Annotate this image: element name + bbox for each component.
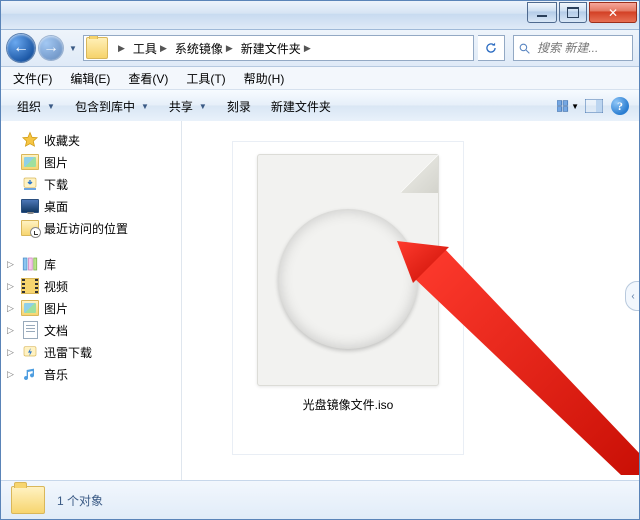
- search-input[interactable]: [535, 40, 628, 56]
- sidebar-item-lib-pictures[interactable]: ▷图片: [5, 297, 181, 319]
- status-count: 1 个对象: [57, 492, 103, 509]
- chevron-right-icon: ▶: [118, 43, 125, 54]
- breadcrumb-seg-0[interactable]: 工具▶: [128, 36, 170, 60]
- preview-pane-icon: [585, 99, 603, 113]
- forward-arrow-icon: →: [43, 39, 59, 57]
- desktop-icon: [21, 199, 39, 213]
- favorites-header[interactable]: 收藏夹: [5, 129, 181, 151]
- disc-icon: [278, 209, 418, 349]
- sidebar-item-thunder[interactable]: ▷迅雷下载: [5, 341, 181, 363]
- breadcrumb-seg-2[interactable]: 新建文件夹▶: [236, 36, 314, 60]
- file-name-label: 光盘镜像文件.iso: [303, 396, 394, 413]
- folder-icon: [86, 37, 108, 59]
- chevron-down-icon: ▼: [47, 102, 55, 111]
- refresh-button[interactable]: [478, 35, 505, 61]
- search-box[interactable]: [513, 35, 633, 61]
- help-button[interactable]: ?: [609, 95, 631, 117]
- recent-icon: [21, 220, 39, 236]
- menu-bar: 文件(F) 编辑(E) 查看(V) 工具(T) 帮助(H): [1, 67, 639, 90]
- sidebar-item-videos[interactable]: ▷视频: [5, 275, 181, 297]
- menu-file[interactable]: 文件(F): [5, 68, 60, 89]
- maximize-icon: [567, 7, 579, 18]
- breadcrumb-seg-1[interactable]: 系统镜像▶: [170, 36, 236, 60]
- help-icon: ?: [611, 97, 629, 115]
- sidebar-item-desktop[interactable]: 桌面: [5, 195, 181, 217]
- sidebar-item-documents[interactable]: ▷文档: [5, 319, 181, 341]
- chevron-right-icon: ▶: [304, 43, 311, 54]
- preview-pane-button[interactable]: [583, 95, 605, 117]
- content-pane[interactable]: 光盘镜像文件.iso: [182, 121, 639, 481]
- back-button[interactable]: ←: [7, 34, 35, 62]
- menu-help[interactable]: 帮助(H): [236, 68, 293, 89]
- pictures-icon: [21, 154, 39, 170]
- preview-toggle-handle[interactable]: ‹: [625, 281, 640, 311]
- status-bar: 1 个对象: [1, 480, 639, 519]
- iso-file-icon: [257, 154, 439, 386]
- new-folder-button[interactable]: 新建文件夹: [263, 95, 339, 118]
- minimize-button[interactable]: [527, 2, 557, 23]
- star-icon: [21, 131, 39, 149]
- expand-icon: ▷: [5, 281, 16, 292]
- chevron-down-icon: ▼: [199, 102, 207, 111]
- burn-button[interactable]: 刻录: [219, 95, 259, 118]
- sidebar-item-recent[interactable]: 最近访问的位置: [5, 217, 181, 239]
- organize-button[interactable]: 组织▼: [9, 95, 63, 118]
- share-button[interactable]: 共享▼: [161, 95, 215, 118]
- breadcrumb-bar[interactable]: ▶ 工具▶ 系统镜像▶ 新建文件夹▶: [83, 35, 474, 61]
- thunder-icon: [21, 343, 39, 361]
- change-view-button[interactable]: ▼: [557, 95, 579, 117]
- menu-view[interactable]: 查看(V): [120, 68, 176, 89]
- close-button[interactable]: ✕: [589, 2, 637, 23]
- breadcrumb-root-dropdown[interactable]: ▶: [110, 36, 128, 60]
- document-icon: [23, 321, 38, 339]
- menu-edit[interactable]: 编辑(E): [62, 68, 118, 89]
- file-item-iso[interactable]: 光盘镜像文件.iso: [232, 141, 464, 455]
- expand-icon: ▷: [5, 259, 16, 270]
- libraries-group: ▷ 库 ▷视频 ▷图片 ▷文档 ▷迅雷下载 ▷音乐: [5, 253, 181, 385]
- favorites-group: 收藏夹 图片 下载 桌面 最近访问的位置: [5, 129, 181, 239]
- sidebar-item-pictures[interactable]: 图片: [5, 151, 181, 173]
- menu-tools[interactable]: 工具(T): [178, 68, 233, 89]
- download-icon: [21, 175, 39, 193]
- library-icon: [21, 255, 39, 273]
- libraries-header[interactable]: ▷ 库: [5, 253, 181, 275]
- back-arrow-icon: ←: [13, 39, 29, 57]
- body: 收藏夹 图片 下载 桌面 最近访问的位置 ▷ 库 ▷视频 ▷图片 ▷文档 ▷迅雷…: [1, 121, 639, 481]
- chevron-right-icon: ▶: [160, 43, 167, 54]
- forward-button[interactable]: →: [39, 36, 63, 60]
- include-in-library-button[interactable]: 包含到库中▼: [67, 95, 157, 118]
- close-icon: ✕: [608, 7, 618, 19]
- chevron-down-icon: ▼: [571, 102, 579, 111]
- nav-bar: ← → ▼ ▶ 工具▶ 系统镜像▶ 新建文件夹▶: [1, 30, 639, 67]
- sidebar-item-music[interactable]: ▷音乐: [5, 363, 181, 385]
- minimize-icon: [537, 15, 547, 17]
- pictures-icon: [21, 300, 39, 316]
- search-icon: [518, 42, 531, 55]
- title-bar: ✕: [1, 1, 639, 30]
- history-dropdown[interactable]: ▼: [67, 39, 79, 57]
- command-bar: 组织▼ 包含到库中▼ 共享▼ 刻录 新建文件夹 ▼ ?: [1, 90, 639, 123]
- video-icon: [21, 278, 39, 294]
- sidebar-item-downloads[interactable]: 下载: [5, 173, 181, 195]
- chevron-down-icon: ▼: [141, 102, 149, 111]
- chevron-right-icon: ▶: [226, 43, 233, 54]
- maximize-button[interactable]: [559, 2, 587, 23]
- music-icon: [21, 365, 39, 383]
- expand-icon: ▷: [5, 369, 16, 380]
- refresh-icon: [484, 41, 498, 55]
- expand-icon: ▷: [5, 347, 16, 358]
- folder-icon: [11, 486, 45, 514]
- explorer-window: ✕ ← → ▼ ▶ 工具▶ 系统镜像▶ 新建文件夹▶ 文件(F) 编辑(E) 查…: [0, 0, 640, 520]
- nav-sidebar: 收藏夹 图片 下载 桌面 最近访问的位置 ▷ 库 ▷视频 ▷图片 ▷文档 ▷迅雷…: [1, 121, 182, 481]
- expand-icon: ▷: [5, 303, 16, 314]
- expand-icon: ▷: [5, 325, 16, 336]
- view-icon: [557, 98, 569, 114]
